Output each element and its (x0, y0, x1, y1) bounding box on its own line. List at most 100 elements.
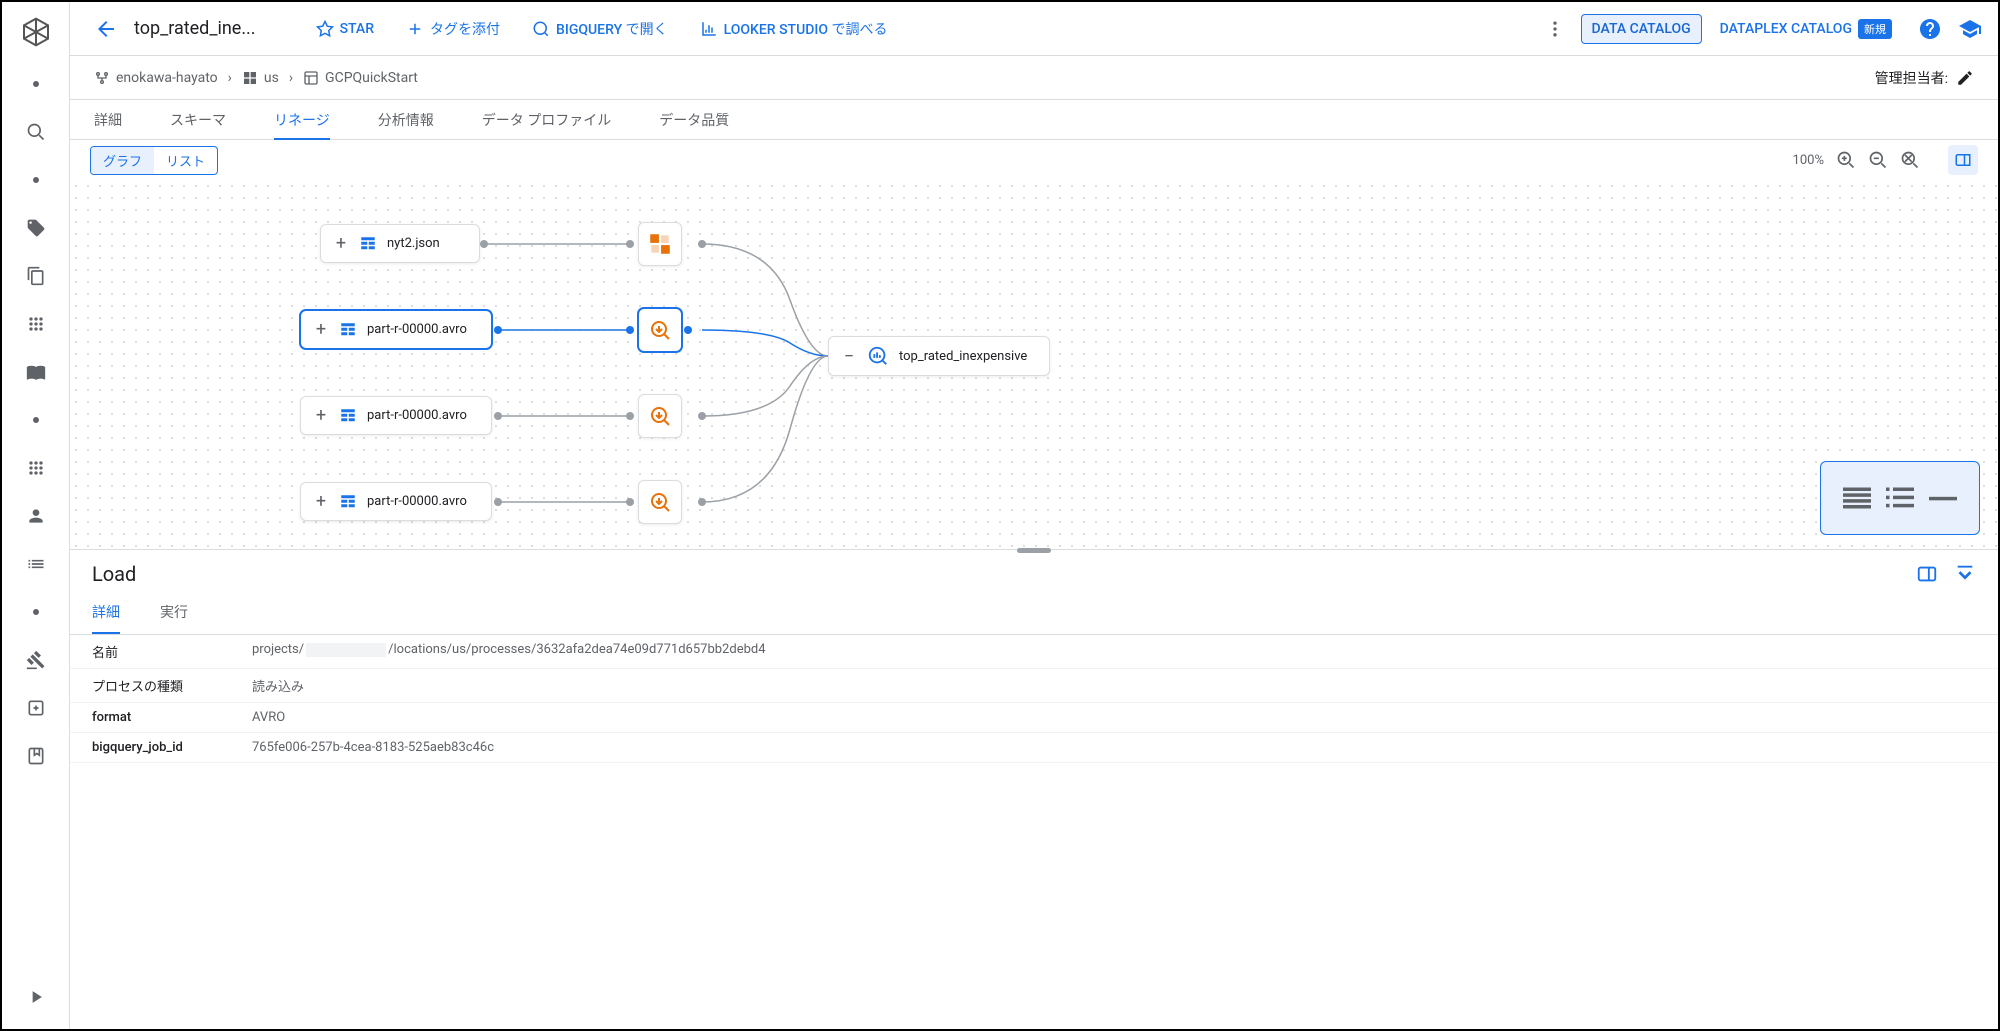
detail-row: bigquery_job_id 765fe006-257b-4cea-8183-… (70, 733, 1998, 763)
manager-label: 管理担当者: (1875, 68, 1974, 88)
bookmark-icon[interactable] (24, 744, 48, 768)
redacted-project (306, 643, 386, 657)
tab-details[interactable]: 詳細 (94, 100, 122, 140)
tag-button[interactable]: タグを添付 (394, 13, 512, 45)
tab-insights[interactable]: 分析情報 (378, 100, 434, 140)
data-catalog-tab[interactable]: DATA CATALOG (1581, 14, 1702, 44)
tab-profile[interactable]: データ プロファイル (482, 100, 611, 140)
zoom-out-icon[interactable] (1868, 150, 1888, 170)
zoom-reset-icon[interactable] (1900, 150, 1920, 170)
grid-icon[interactable] (24, 312, 48, 336)
bigquery-icon (867, 345, 889, 367)
help-icon[interactable] (1918, 17, 1942, 41)
expand-icon[interactable]: + (313, 491, 329, 512)
process-node-3[interactable] (638, 480, 682, 524)
breadcrumb-location[interactable]: us (242, 70, 279, 86)
legend-line-icon[interactable] (1929, 487, 1957, 509)
detail-tab-runs[interactable]: 実行 (160, 592, 188, 634)
dataplex-catalog-tab[interactable]: DATAPLEX CATALOG新規 (1710, 13, 1902, 45)
view-bar: グラフ リスト 100% (70, 140, 1998, 180)
search-icon[interactable] (24, 120, 48, 144)
source-node-0[interactable]: + nyt2.json (320, 224, 480, 263)
edge-dot (626, 240, 634, 248)
expand-icon[interactable]: + (313, 405, 329, 426)
table-icon (339, 321, 357, 339)
edge-dot (494, 326, 502, 334)
source-node-3[interactable]: + part-r-00000.avro (300, 482, 492, 521)
list-icon[interactable] (24, 552, 48, 576)
grid-icon-2[interactable] (24, 456, 48, 480)
expand-icon[interactable]: + (333, 233, 349, 254)
process-node-0[interactable] (638, 222, 682, 266)
table-icon (359, 235, 377, 253)
process-node-2[interactable] (638, 394, 682, 438)
detail-val-name: projects//locations/us/processes/3632afa… (252, 642, 766, 661)
detail-panel: Load 詳細 実行 名前 projects//locations/us/pro… (70, 550, 1998, 1029)
target-node[interactable]: − top_rated_inexpensive (828, 336, 1050, 376)
sidebar-dot-4[interactable] (24, 600, 48, 624)
view-list-button[interactable]: リスト (154, 147, 217, 174)
addon-icon[interactable] (24, 696, 48, 720)
back-button[interactable] (86, 9, 126, 49)
expand-sidebar-icon[interactable] (24, 985, 48, 1009)
breadcrumb-dataset[interactable]: GCPQuickStart (303, 70, 418, 86)
drag-handle[interactable] (1017, 548, 1051, 553)
open-side-icon[interactable] (1916, 563, 1938, 585)
tab-lineage[interactable]: リネージ (274, 100, 330, 140)
zoom-level: 100% (1793, 153, 1824, 168)
expand-icon[interactable]: + (313, 319, 329, 340)
main-tabs: 詳細 スキーマ リネージ 分析情報 データ プロファイル データ品質 (70, 100, 1998, 140)
chevron-right-icon: › (289, 70, 293, 86)
lineage-graph[interactable]: + nyt2.json + part-r-00000.avro (70, 180, 1998, 550)
breadcrumb: enokawa-hayato › us › GCPQuickStart 管理担当… (70, 56, 1998, 100)
edge-dot (626, 498, 634, 506)
detail-row: 名前 projects//locations/us/processes/3632… (70, 635, 1998, 669)
legend (1820, 461, 1980, 535)
copy-icon[interactable] (24, 264, 48, 288)
process-node-1[interactable] (638, 308, 682, 352)
bigquery-button[interactable]: BIGQUERY で開く (520, 13, 680, 45)
source-node-2[interactable]: + part-r-00000.avro (300, 396, 492, 435)
edit-icon[interactable] (1956, 69, 1974, 87)
new-badge: 新規 (1858, 19, 1892, 39)
sidebar-dot-2[interactable] (24, 168, 48, 192)
detail-tabs: 詳細 実行 (70, 592, 1998, 635)
topbar: top_rated_ine... STAR タグを添付 BIGQUERY で開く… (70, 2, 1998, 56)
view-graph-button[interactable]: グラフ (91, 147, 154, 174)
learn-icon[interactable] (1958, 17, 1982, 41)
edge-dot (698, 498, 706, 506)
detail-title: Load (92, 562, 136, 586)
legend-list-icon[interactable] (1886, 487, 1914, 509)
tab-schema[interactable]: スキーマ (170, 100, 226, 140)
chevron-right-icon: › (228, 70, 232, 86)
sidebar-dot-1[interactable] (24, 72, 48, 96)
detail-tab-details[interactable]: 詳細 (92, 592, 120, 634)
node-label: nyt2.json (387, 236, 440, 251)
collapse-icon[interactable]: − (841, 346, 857, 367)
node-label: part-r-00000.avro (367, 322, 467, 337)
collapse-panel-icon[interactable] (1954, 563, 1976, 585)
sidebar (2, 2, 70, 1029)
person-icon[interactable] (24, 504, 48, 528)
detail-row: プロセスの種類 読み込み (70, 669, 1998, 703)
breadcrumb-project[interactable]: enokawa-hayato (94, 70, 218, 86)
zoom-in-icon[interactable] (1836, 150, 1856, 170)
kebab-menu-icon[interactable] (1537, 11, 1573, 47)
book-icon[interactable] (24, 360, 48, 384)
tag-icon[interactable] (24, 216, 48, 240)
sidebar-dot-3[interactable] (24, 408, 48, 432)
star-button[interactable]: STAR (304, 14, 386, 44)
source-node-1[interactable]: + part-r-00000.avro (300, 310, 492, 349)
page-title: top_rated_ine... (134, 18, 256, 39)
tab-quality[interactable]: データ品質 (659, 100, 729, 140)
detail-table: 名前 projects//locations/us/processes/3632… (70, 635, 1998, 763)
legend-dense-icon[interactable] (1843, 487, 1871, 509)
table-icon (339, 493, 357, 511)
edge-dot (698, 412, 706, 420)
node-label: top_rated_inexpensive (899, 349, 1027, 364)
edge-dot (494, 498, 502, 506)
looker-button[interactable]: LOOKER STUDIO で調べる (688, 13, 900, 45)
gavel-icon[interactable] (24, 648, 48, 672)
fullscreen-icon[interactable] (1948, 145, 1978, 175)
edge-dot (626, 412, 634, 420)
